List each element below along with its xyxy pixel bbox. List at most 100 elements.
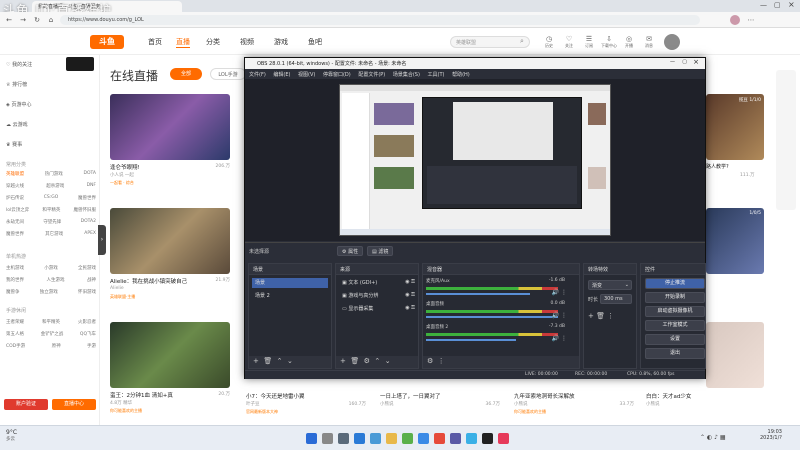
stream-title[interactable]: 小7：今天还是地雷小翼 — [246, 392, 305, 400]
up-arrow-icon[interactable]: ⌃ — [277, 357, 283, 365]
eye-lock-icon[interactable]: ◉ ⚿ — [405, 279, 415, 285]
category-link[interactable]: 金铲铲之战 — [41, 331, 64, 343]
category-link[interactable]: 魔兽争 — [6, 289, 20, 301]
start-recording-button[interactable]: 开始录制 — [645, 292, 705, 303]
sidebar-banner[interactable] — [66, 57, 94, 71]
menu-profile[interactable]: 配置文件(P) — [358, 72, 385, 78]
up-arrow-icon[interactable]: ⌃ — [374, 357, 380, 365]
close-icon[interactable]: × — [788, 0, 795, 9]
category-link[interactable]: CS:GO — [44, 195, 59, 207]
weather-widget[interactable]: 9°C 多云 — [6, 429, 17, 442]
category-link[interactable]: 其它游戏 — [45, 231, 63, 243]
streamer-name[interactable]: 小熊说 — [646, 401, 660, 407]
category-link[interactable]: 火影忍者 — [78, 319, 96, 331]
stream-thumbnail[interactable]: 1/0/5 — [706, 208, 764, 274]
menu-file[interactable]: 文件(F) — [249, 72, 266, 78]
category-link[interactable]: lol云顶之弈 — [6, 207, 29, 219]
sidebar-item-cloudgame[interactable]: ☁ 云游戏 — [6, 121, 28, 128]
live-center-button[interactable]: 直播中心 — [52, 399, 96, 410]
filter-all[interactable]: 全部 — [170, 68, 202, 80]
sidebar-item-follow[interactable]: ♡ 我的关注 — [6, 61, 32, 68]
category-link[interactable]: 第五人格 — [6, 331, 24, 343]
sidebar-item-rank[interactable]: ♕ 排行榜 — [6, 81, 27, 88]
url-input[interactable]: https://www.douyu.com/g_LOL — [60, 15, 700, 25]
more-icon[interactable]: ⋮ — [438, 357, 445, 365]
stream-title[interactable]: 蛮王：2分钟1血 清如+真 — [110, 391, 173, 399]
streamer-name[interactable]: 小熊说 — [380, 401, 394, 407]
header-message[interactable]: ✉ 消息 — [640, 35, 658, 49]
start-icon[interactable] — [306, 433, 317, 444]
add-icon[interactable]: + — [253, 357, 259, 365]
category-link[interactable]: 守望先锋 — [43, 219, 61, 231]
category-link[interactable]: 原神 — [52, 343, 61, 355]
gear-icon[interactable]: ⚙ — [364, 357, 370, 365]
obs-taskbar-icon[interactable] — [482, 433, 493, 444]
nav-video[interactable]: 视频 — [240, 37, 254, 47]
source-item-text[interactable]: ▣ 文本 (GDI+) ◉ ⚿ — [339, 278, 417, 288]
header-history[interactable]: ◷ 历史 — [540, 35, 558, 49]
obs-preview[interactable] — [245, 79, 705, 241]
category-link[interactable]: 和平精英 — [42, 319, 60, 331]
studio-mode-button[interactable]: 工作室模式 — [645, 320, 705, 331]
user-avatar[interactable] — [664, 34, 680, 50]
filter-lol-mobile[interactable]: LOL手游 — [210, 68, 246, 80]
stream-thumbnail[interactable]: 揽豆 1/1/0 — [706, 94, 764, 160]
scene-item-2[interactable]: 场景 2 — [252, 291, 328, 301]
site-logo[interactable]: 斗鱼 — [90, 35, 124, 49]
category-link[interactable]: 小游戏 — [44, 265, 58, 277]
search-input[interactable]: 英雄联盟 — [450, 36, 530, 48]
sidebar-collapse-handle[interactable]: › — [98, 225, 106, 255]
settings-button[interactable]: 设置 — [645, 334, 705, 345]
stream-title[interactable]: 路人教学? — [706, 163, 729, 170]
menu-docks[interactable]: 停靠窗口(D) — [323, 72, 351, 78]
menu-view[interactable]: 视图(V) — [298, 72, 315, 78]
trash-icon[interactable]: 🗑 — [596, 312, 605, 320]
wechat-icon[interactable] — [402, 433, 413, 444]
down-arrow-icon[interactable]: ⌄ — [385, 357, 391, 365]
nav-games[interactable]: 游戏 — [274, 37, 288, 47]
streamer-name[interactable]: 小人说 一起 — [110, 172, 134, 178]
trash-icon[interactable]: 🗑 — [263, 357, 272, 365]
stream-thumbnail[interactable] — [110, 322, 230, 388]
filters-button[interactable]: ▤ 滤镜 — [367, 246, 394, 256]
store-icon[interactable] — [370, 433, 381, 444]
category-link[interactable]: QQ飞车 — [80, 331, 96, 343]
stream-title[interactable]: 白白：天才ad少女 — [646, 392, 691, 400]
stream-title[interactable]: Alielie：我在挑战小镇突破自己 — [110, 277, 187, 285]
obs-close-icon[interactable]: × — [693, 58, 699, 66]
streamer-name[interactable]: Alielie — [110, 286, 124, 291]
streamer-name[interactable]: 4.8万 精华 — [110, 400, 132, 406]
obs-minimize-icon[interactable]: — — [670, 59, 675, 65]
category-link[interactable]: 超杀游戏 — [46, 183, 64, 195]
sidebar-item-webgames[interactable]: ◈ 页游中心 — [6, 101, 31, 108]
add-icon[interactable]: + — [340, 357, 346, 365]
stream-title[interactable]: 一日上塔了，一日翼对了 — [380, 392, 441, 400]
category-link[interactable]: 主机游戏 — [6, 265, 24, 277]
nav-home[interactable]: 首页 — [148, 37, 162, 47]
scene-item-1[interactable]: 场景 — [252, 278, 328, 288]
stream-card[interactable]: 九年亚索地洞哥长深解放 小熊说 33.7万 你可能喜欢的主播 — [514, 388, 634, 422]
category-link[interactable]: 全民游戏 — [78, 265, 96, 277]
menu-edit[interactable]: 编辑(E) — [273, 72, 290, 78]
eye-lock-icon[interactable]: ◉ ⚿ — [405, 305, 415, 311]
trash-icon[interactable]: 🗑 — [350, 357, 359, 365]
category-link[interactable]: 魔兽世界 — [78, 195, 96, 207]
menu-scene-collection[interactable]: 场景集合(S) — [393, 72, 420, 78]
menu-help[interactable]: 帮助(H) — [452, 72, 470, 78]
maximize-icon[interactable]: ▢ — [774, 1, 781, 9]
search-icon[interactable]: ⌕ — [520, 37, 524, 46]
category-link[interactable]: 王者荣耀 — [6, 319, 24, 331]
properties-button[interactable]: ⚙ 属性 — [337, 246, 364, 256]
category-link[interactable]: DOTA2 — [81, 219, 96, 231]
speaker-icon[interactable]: 🔊 — [552, 335, 559, 342]
category-link[interactable]: COD手游 — [6, 343, 25, 355]
more-icon[interactable]: ⋮ — [561, 289, 567, 296]
stream-card[interactable]: 一日上塔了，一日翼对了 小熊说 36.7万 — [380, 388, 500, 422]
volume-slider[interactable] — [426, 293, 530, 295]
account-verify-button[interactable]: 账户验证 — [4, 399, 48, 410]
header-follow[interactable]: ♡ 关注 — [560, 35, 578, 49]
sidebar-item-events[interactable]: ♛ 赛事 — [6, 141, 22, 148]
eye-lock-icon[interactable]: ◉ ⚿ — [405, 292, 415, 298]
stream-thumbnail[interactable] — [110, 208, 230, 274]
volume-slider[interactable] — [426, 339, 516, 341]
